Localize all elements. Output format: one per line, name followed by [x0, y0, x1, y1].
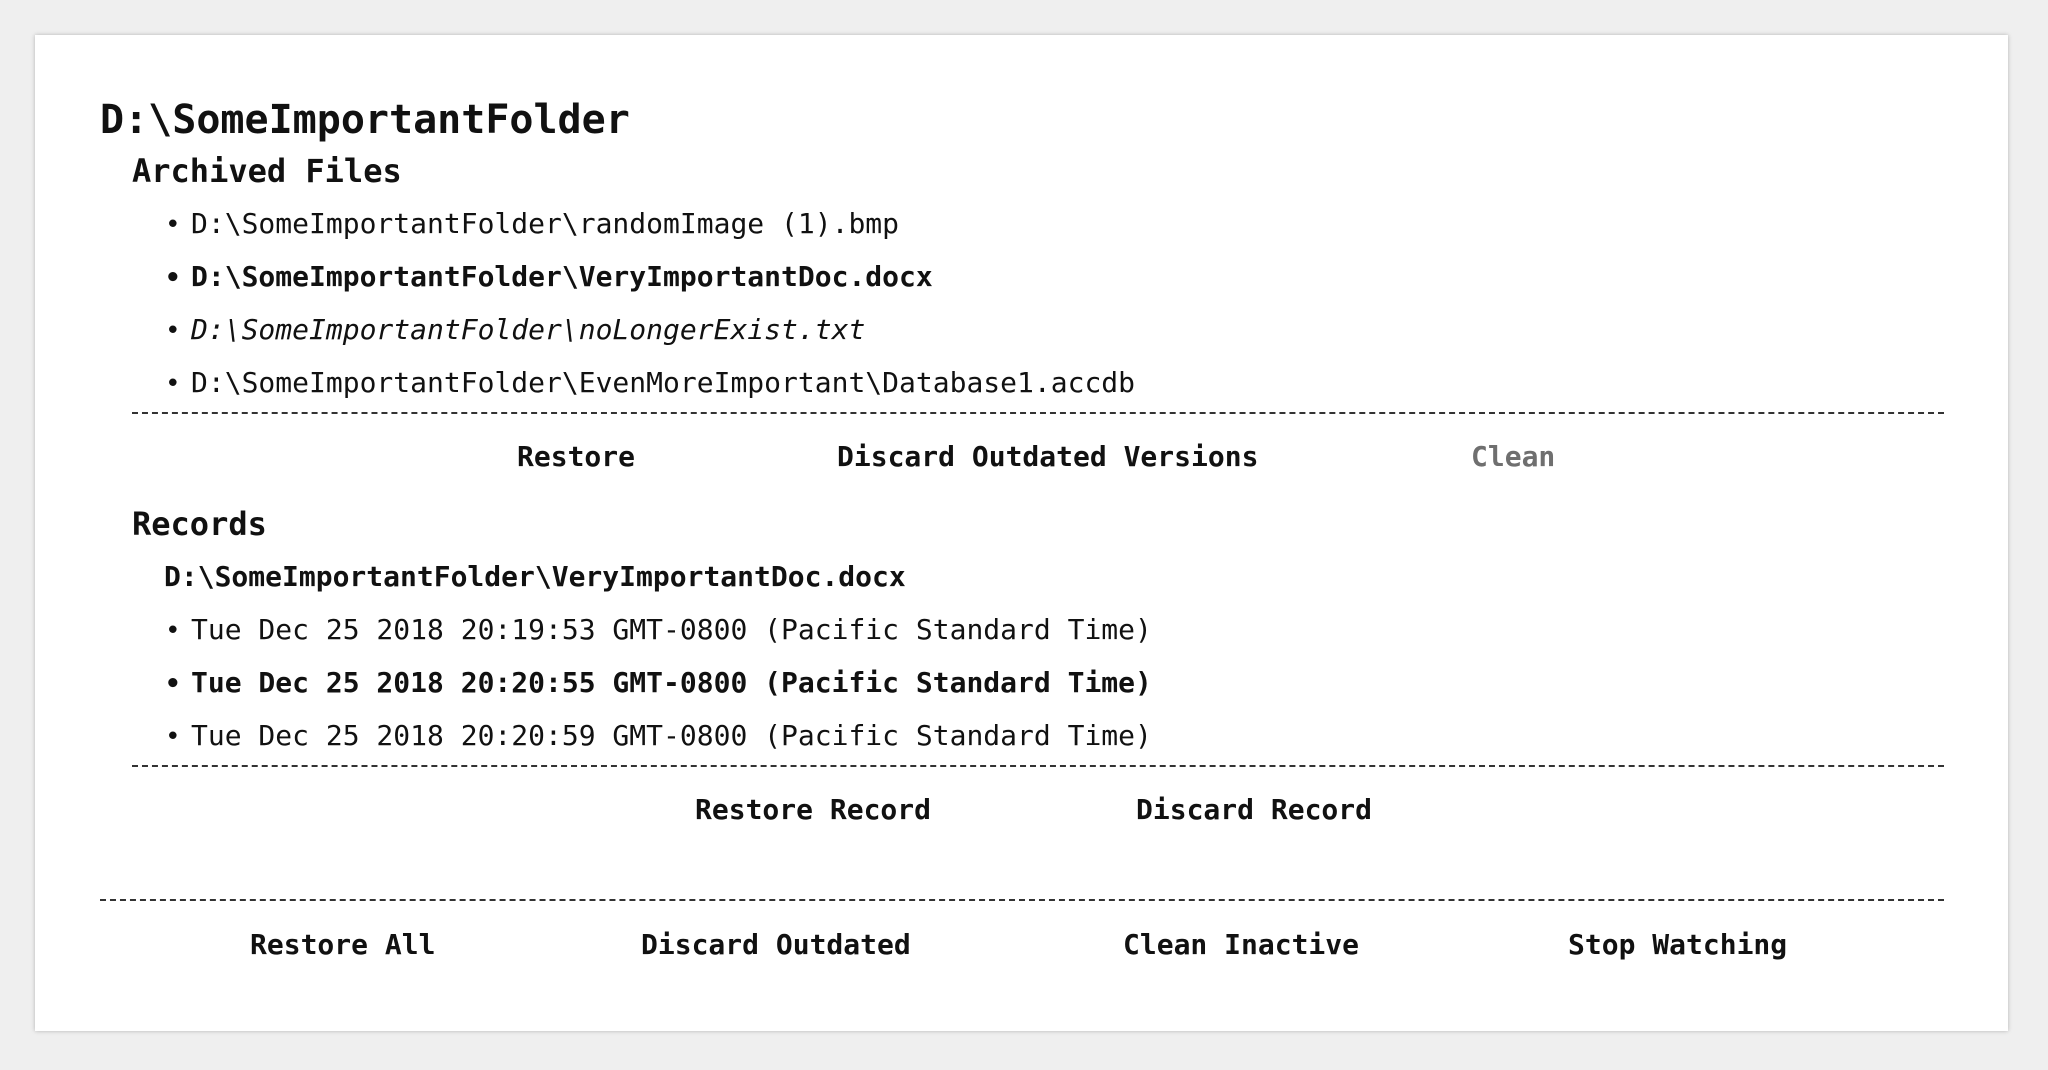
record-timestamp: Tue Dec 25 2018 20:19:53 GMT-0800 (Pacif…	[191, 613, 1152, 646]
footer-divider	[100, 899, 1944, 901]
archived-file-item-missing[interactable]: • D:\SomeImportantFolder\noLongerExist.tx…	[165, 313, 865, 346]
bullet-icon: •	[165, 722, 181, 752]
bullet-icon: •	[165, 369, 181, 399]
clean-button[interactable]: Clean	[1471, 440, 1555, 473]
discard-outdated-button[interactable]: Discard Outdated	[641, 928, 911, 961]
discard-record-button[interactable]: Discard Record	[1136, 793, 1372, 826]
archived-divider	[132, 412, 1944, 414]
record-timestamp: Tue Dec 25 2018 20:20:59 GMT-0800 (Pacif…	[191, 719, 1152, 752]
record-timestamp: Tue Dec 25 2018 20:20:55 GMT-0800 (Pacif…	[191, 666, 1152, 699]
bullet-icon: •	[165, 263, 181, 293]
archived-file-item-selected[interactable]: • D:\SomeImportantFolder\VeryImportantDoc…	[165, 260, 933, 293]
record-item-selected[interactable]: • Tue Dec 25 2018 20:20:55 GMT-0800 (Paci…	[165, 666, 1152, 699]
records-file-path: D:\SomeImportantFolder\VeryImportantDoc.…	[164, 560, 906, 593]
archived-file-item[interactable]: • D:\SomeImportantFolder\randomImage (1).…	[165, 207, 899, 240]
archived-file-path: D:\SomeImportantFolder\VeryImportantDoc.…	[191, 260, 933, 293]
folder-title: D:\SomeImportantFolder	[100, 97, 630, 143]
restore-record-button[interactable]: Restore Record	[695, 793, 931, 826]
archived-file-path: D:\SomeImportantFolder\randomImage (1).b…	[191, 207, 900, 240]
record-item[interactable]: • Tue Dec 25 2018 20:19:53 GMT-0800 (Paci…	[165, 613, 1152, 646]
records-heading: Records	[132, 505, 267, 543]
stop-watching-button[interactable]: Stop Watching	[1568, 928, 1787, 961]
bullet-icon: •	[165, 316, 181, 346]
folder-card: D:\SomeImportantFolder Archived Files • D…	[35, 35, 2008, 1031]
bullet-icon: •	[165, 616, 181, 646]
bullet-icon: •	[165, 669, 181, 699]
record-item[interactable]: • Tue Dec 25 2018 20:20:59 GMT-0800 (Paci…	[165, 719, 1152, 752]
archived-files-heading: Archived Files	[132, 152, 402, 190]
archived-file-item[interactable]: • D:\SomeImportantFolder\EvenMoreImportan…	[165, 366, 1135, 399]
archived-file-path: D:\SomeImportantFolder\EvenMoreImportant…	[191, 366, 1136, 399]
clean-inactive-button[interactable]: Clean Inactive	[1123, 928, 1359, 961]
restore-all-button[interactable]: Restore All	[250, 928, 435, 961]
bullet-icon: •	[165, 210, 181, 240]
restore-button[interactable]: Restore	[517, 440, 635, 473]
archived-file-path: D:\SomeImportantFolder\noLongerExist.txt	[191, 313, 866, 346]
discard-outdated-versions-button[interactable]: Discard Outdated Versions	[837, 440, 1258, 473]
records-divider	[132, 765, 1944, 767]
